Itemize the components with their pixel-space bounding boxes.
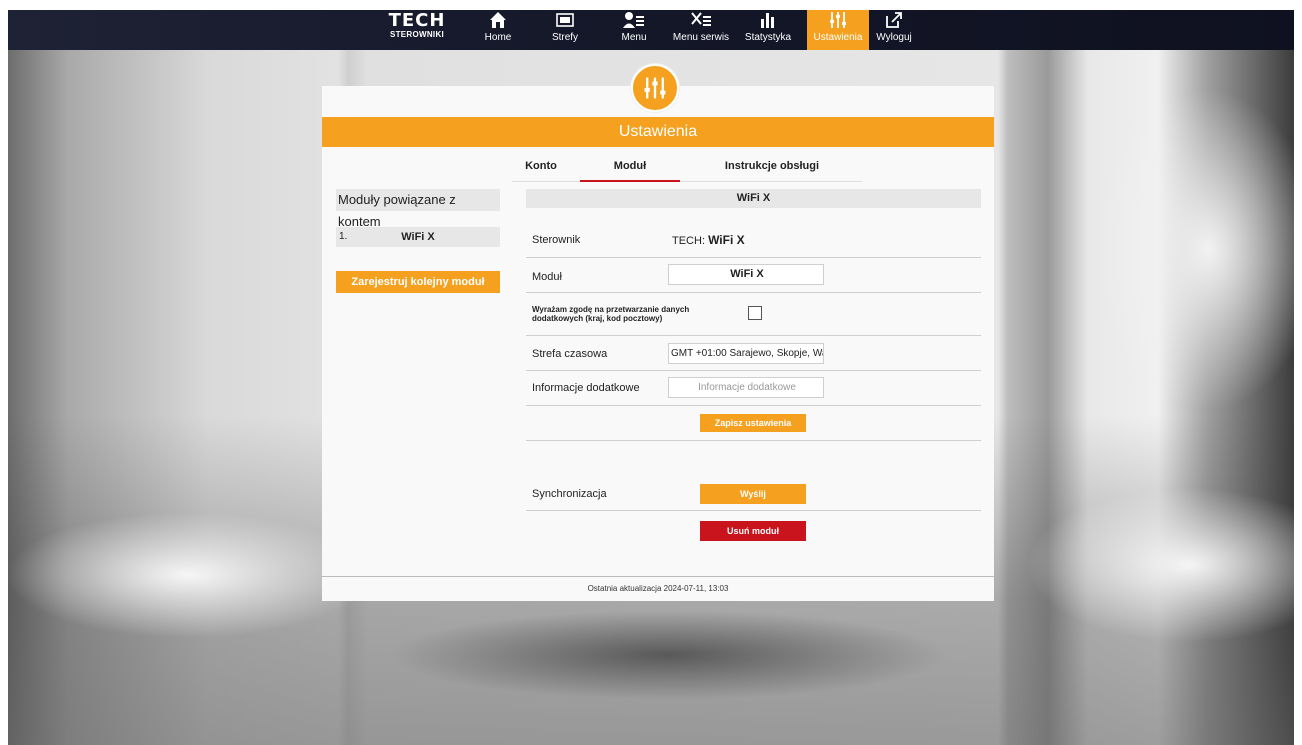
- module-name-field[interactable]: WiFi X: [668, 264, 824, 285]
- send-sync-button[interactable]: Wyślij: [700, 484, 806, 504]
- module-list-item[interactable]: 1. WiFi X: [336, 227, 500, 247]
- extra-info-input[interactable]: Informacje dodatkowe: [668, 377, 824, 398]
- settings-badge-icon: [631, 64, 679, 112]
- extra-info-label: Informacje dodatkowe: [532, 382, 640, 394]
- controller-label: Sterownik: [532, 234, 581, 246]
- save-settings-button[interactable]: Zapisz ustawienia: [700, 414, 806, 432]
- row-divider: [526, 510, 981, 511]
- settings-panel: Ustawienia Konto Moduł Instrukcje obsług…: [322, 86, 994, 601]
- linked-modules-title: Moduły powiązane z kontem: [336, 189, 500, 229]
- page-title: Ustawienia: [322, 117, 994, 147]
- row-divider: [526, 292, 981, 293]
- settings-tabs: Konto Moduł Instrukcje obsługi: [512, 152, 862, 182]
- register-module-button[interactable]: Zarejestruj kolejny moduł: [336, 271, 500, 293]
- row-divider: [526, 405, 981, 406]
- remove-module-button[interactable]: Usuń moduł: [700, 521, 806, 541]
- menu-user-icon: [614, 10, 654, 32]
- timezone-select[interactable]: GMT +01:00 Sarajewo, Skopje, Warszawa: [668, 343, 824, 364]
- sync-label: Synchronizacja: [532, 488, 607, 500]
- nav-item-zones[interactable]: Strefy: [543, 10, 587, 50]
- controller-value: TECH: WiFi X: [672, 233, 745, 247]
- logout-icon: [874, 10, 914, 32]
- active-tab-indicator: [580, 180, 680, 182]
- nav-item-menu[interactable]: Menu: [614, 10, 654, 50]
- tab-account[interactable]: Konto: [512, 152, 570, 182]
- row-divider: [526, 440, 981, 441]
- settings-sliders-icon: [807, 10, 869, 32]
- service-tools-icon: [670, 10, 732, 32]
- home-icon: [476, 10, 520, 32]
- timezone-label: Strefa czasowa: [532, 348, 608, 360]
- nav-item-settings[interactable]: Ustawienia: [807, 10, 869, 50]
- tab-module[interactable]: Moduł: [580, 152, 680, 182]
- logo-text: TECH: [388, 10, 446, 31]
- footer-divider: [322, 576, 994, 577]
- consent-label: Wyrażam zgodę na przetwarzanie danych do…: [532, 305, 690, 323]
- consent-checkbox[interactable]: [748, 306, 762, 320]
- nav-item-home[interactable]: Home: [476, 10, 520, 50]
- tab-manuals[interactable]: Instrukcje obsługi: [702, 152, 842, 182]
- nav-item-logout[interactable]: Wyloguj: [874, 10, 914, 50]
- row-divider: [526, 370, 981, 371]
- row-divider: [526, 257, 981, 258]
- statistics-icon: [738, 10, 798, 32]
- nav-item-statistics[interactable]: Statystyka: [738, 10, 798, 50]
- tech-logo[interactable]: TECH STEROWNIKI: [382, 10, 452, 47]
- logo-subtext: STEROWNIKI: [389, 30, 445, 39]
- zones-icon: [543, 10, 587, 32]
- module-header: WiFi X: [526, 189, 981, 208]
- tabs-divider: [512, 181, 862, 182]
- last-update-text: Ostatnia aktualizacja 2024-07-11, 13:03: [587, 584, 729, 593]
- module-label: Moduł: [532, 271, 562, 283]
- row-divider: [526, 335, 981, 336]
- nav-item-service-menu[interactable]: Menu serwis: [670, 10, 732, 50]
